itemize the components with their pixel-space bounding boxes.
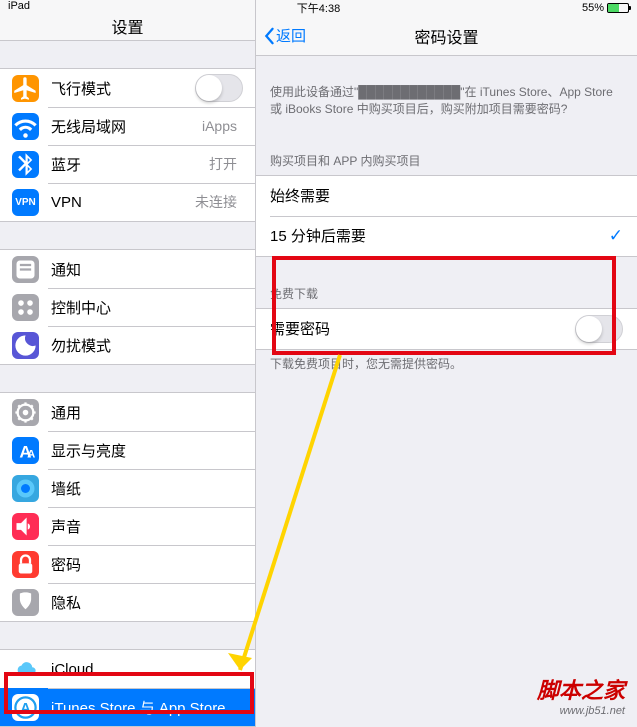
sidebar-item-通知[interactable]: 通知 [0,250,255,288]
sidebar-item-label: 墙纸 [51,478,243,499]
password-settings-title: 返回 密码设置 [256,16,637,56]
intro-text: 使用此设备通过"████████████"在 iTunes Store、App … [256,78,637,124]
device-label: iPad [8,0,30,12]
privacy-icon [12,589,39,616]
sidebar-item-声音[interactable]: 声音 [0,507,255,545]
sidebar-item-label: 无线局域网 [51,116,202,137]
sidebar-item-勿扰模式[interactable]: 勿扰模式 [0,326,255,364]
option-always-require[interactable]: 始终需要 [256,176,637,216]
vpn-icon: VPN [12,189,39,216]
sidebar-detail: iApps [202,118,237,134]
dnd-icon [12,332,39,359]
wifi-icon [12,113,39,140]
sidebar-detail: 打开 [209,154,237,174]
highlight-free-downloads [272,256,616,355]
sounds-icon [12,513,39,540]
status-bar-right: 下午4:38 55% [256,0,637,16]
sidebar-item-控制中心[interactable]: 控制中心 [0,288,255,326]
sidebar-item-label: 显示与亮度 [51,440,243,461]
purchases-header: 购买项目和 APP 内购买项目 [256,146,637,175]
sidebar-item-无线局域网[interactable]: 无线局域网iApps [0,107,255,145]
sidebar-detail: 未连接 [195,192,237,212]
sidebar-item-label: 密码 [51,554,243,575]
sidebar-item-VPN[interactable]: VPNVPN未连接 [0,183,255,221]
wallpaper-icon [12,475,39,502]
airplane-icon [12,75,39,102]
sidebar-item-label: 控制中心 [51,297,243,318]
sidebar-item-密码[interactable]: 密码 [0,545,255,583]
svg-text:A: A [27,448,35,460]
display-icon: AA [12,437,39,464]
sidebar-item-显示与亮度[interactable]: AA 显示与亮度 [0,431,255,469]
checkmark-icon: ✓ [609,226,623,246]
sidebar-item-label: VPN [51,194,195,211]
battery-icon [607,3,629,13]
control-center-icon [12,294,39,321]
sidebar-item-label: 通用 [51,402,243,423]
sidebar-item-label: 勿扰模式 [51,335,243,356]
sidebar-item-隐私[interactable]: 隐私 [0,583,255,621]
back-button[interactable]: 返回 [262,25,306,46]
sidebar-item-label: 隐私 [51,592,243,613]
option-15min[interactable]: 15 分钟后需要 ✓ [256,216,637,256]
status-time: 下午4:38 [297,0,340,16]
battery-percent: 55% [582,2,604,14]
sidebar-item-蓝牙[interactable]: 蓝牙打开 [0,145,255,183]
watermark: 脚本之家 www.jb51.net [537,673,625,717]
sidebar-item-label: 通知 [51,259,243,280]
general-icon [12,399,39,426]
bluetooth-icon [12,151,39,178]
sidebar-item-通用[interactable]: 通用 [0,393,255,431]
sidebar-item-label: 飞行模式 [51,78,195,99]
settings-title: 设置 [0,12,255,41]
notifications-icon [12,256,39,283]
airplane-toggle[interactable] [195,74,243,102]
sidebar-item-飞行模式[interactable]: 飞行模式 [0,69,255,107]
sidebar-item-label: 蓝牙 [51,154,209,175]
sidebar-item-墙纸[interactable]: 墙纸 [0,469,255,507]
passcode-icon [12,551,39,578]
sidebar-item-label: 声音 [51,516,243,537]
status-bar-left: iPad [0,0,255,12]
highlight-appstore-row [4,672,254,714]
chevron-left-icon [262,27,276,45]
